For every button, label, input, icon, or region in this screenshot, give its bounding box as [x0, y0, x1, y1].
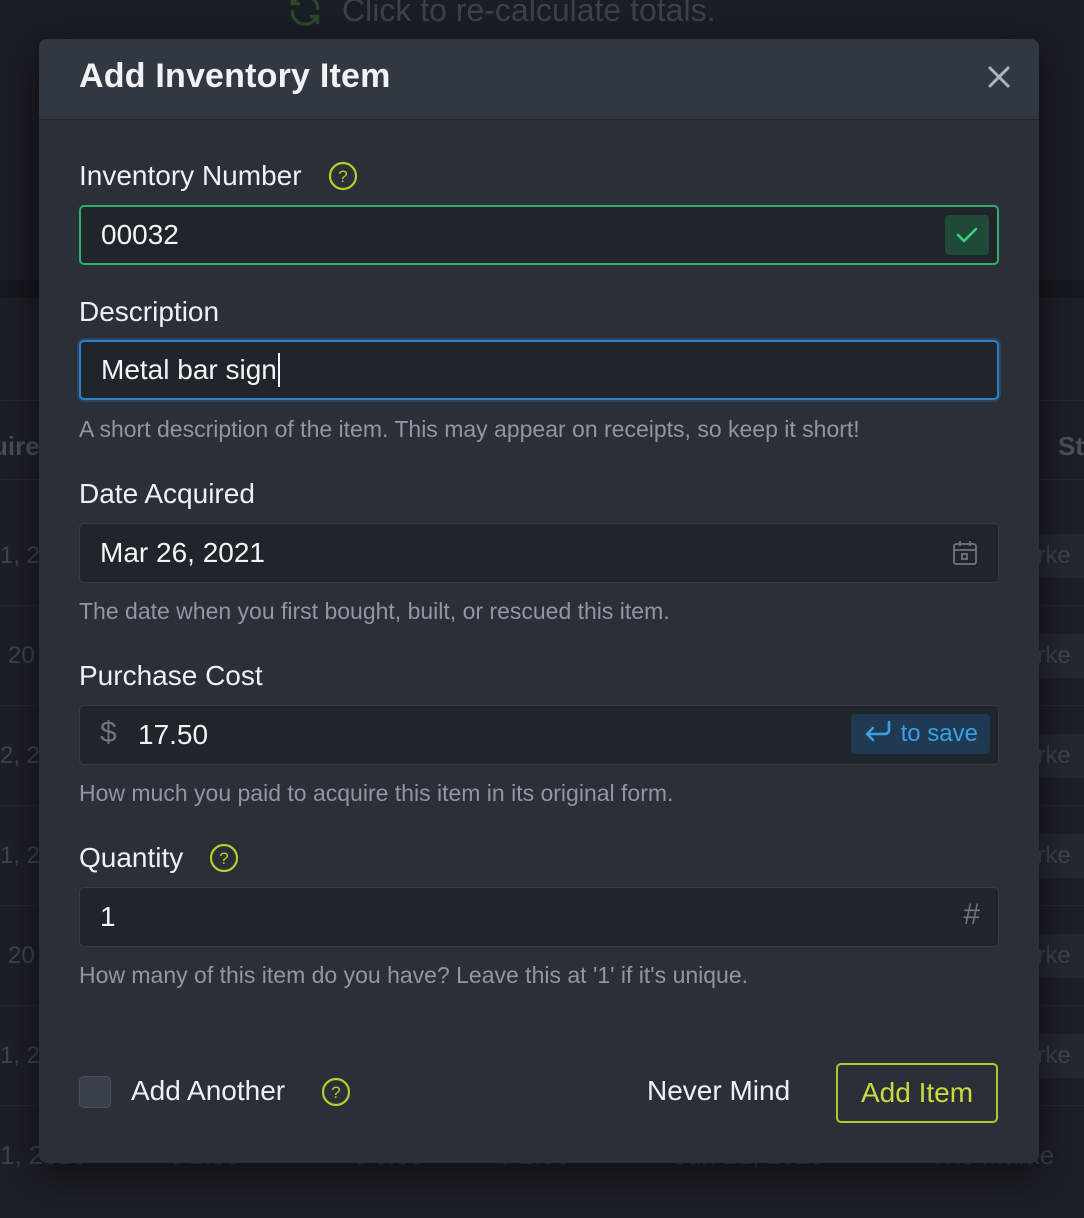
quantity-label: Quantity ? — [79, 842, 239, 874]
date-acquired-field[interactable] — [79, 523, 999, 583]
close-button[interactable] — [985, 65, 1013, 93]
quantity-input[interactable] — [80, 888, 998, 946]
recalculate-totals-link: Click to re-calculate totals. — [286, 0, 715, 32]
add-item-button[interactable]: Add Item — [836, 1063, 998, 1123]
svg-text:?: ? — [338, 167, 347, 186]
text-caret — [277, 353, 280, 387]
enter-to-save-hint: to save — [850, 714, 990, 754]
refresh-icon — [286, 0, 324, 29]
description-value: Metal bar sign — [101, 354, 277, 385]
column-header-status: St — [1058, 431, 1084, 461]
inventory-number-field[interactable] — [79, 205, 999, 265]
help-icon[interactable]: ? — [328, 161, 358, 191]
help-icon[interactable]: ? — [209, 843, 239, 873]
date-acquired-label: Date Acquired — [79, 478, 255, 510]
date-acquired-input[interactable] — [80, 524, 998, 582]
hash-icon: # — [963, 898, 980, 931]
close-icon — [988, 66, 1010, 93]
svg-text:?: ? — [220, 849, 229, 868]
cell-date: 20 — [8, 642, 35, 669]
description-help-text: A short description of the item. This ma… — [79, 416, 860, 442]
currency-prefix: $ — [100, 716, 117, 749]
purchase-cost-help-text: How much you paid to acquire this item i… — [79, 780, 674, 806]
dialog-title: Add Inventory Item — [79, 57, 391, 95]
date-acquired-help-text: The date when you first bought, built, o… — [79, 598, 670, 624]
svg-text:?: ? — [331, 1083, 340, 1102]
add-inventory-item-dialog: Add Inventory Item Inventory Number ? De… — [39, 39, 1039, 1163]
description-label-text: Description — [79, 296, 220, 327]
inventory-number-label-text: Inventory Number — [79, 160, 302, 191]
enter-key-icon — [863, 719, 893, 750]
purchase-cost-label: Purchase Cost — [79, 660, 263, 692]
inventory-number-label: Inventory Number ? — [79, 160, 358, 192]
dialog-header: Add Inventory Item — [39, 39, 1039, 120]
purchase-cost-label-text: Purchase Cost — [79, 660, 263, 691]
description-label: Description — [79, 296, 219, 328]
purchase-cost-field[interactable]: $ to save — [79, 705, 999, 765]
description-field[interactable]: Metal bar sign — [79, 340, 999, 400]
valid-check-icon — [945, 215, 989, 255]
quantity-label-text: Quantity — [79, 842, 184, 873]
inventory-number-input[interactable] — [81, 207, 997, 263]
quantity-help-text: How many of this item do you have? Leave… — [79, 962, 749, 988]
cell-date: 2, 2 — [0, 742, 41, 769]
never-mind-button[interactable]: Never Mind — [647, 1075, 790, 1107]
cell-date: 20 — [8, 942, 35, 969]
column-header-acquired: uire — [0, 431, 40, 461]
date-acquired-label-text: Date Acquired — [79, 478, 255, 509]
recalculate-text: Click to re-calculate totals. — [342, 0, 716, 28]
help-icon[interactable]: ? — [321, 1077, 351, 1107]
add-another-label[interactable]: Add Another — [131, 1075, 285, 1107]
description-input[interactable]: Metal bar sign — [81, 353, 280, 387]
save-hint-text: to save — [900, 720, 978, 747]
add-another-checkbox[interactable] — [79, 1076, 111, 1108]
calendar-icon[interactable] — [950, 538, 980, 568]
quantity-field[interactable]: # — [79, 887, 999, 947]
